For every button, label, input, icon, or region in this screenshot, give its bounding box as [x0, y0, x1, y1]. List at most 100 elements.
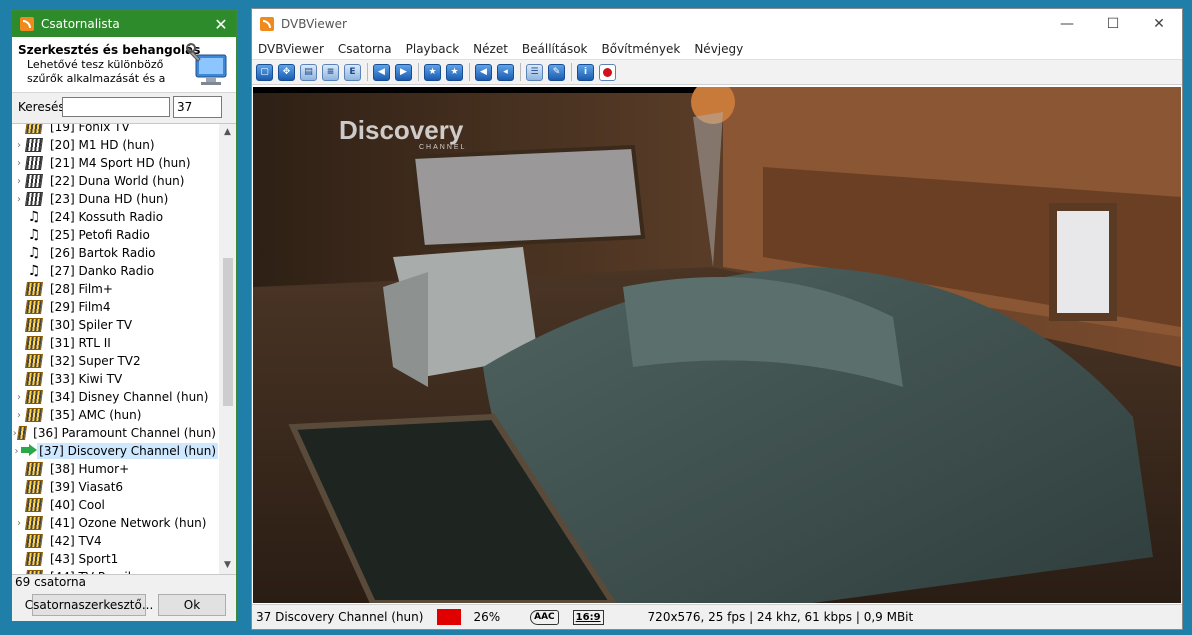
channel-row[interactable]: › [22] Duna World (hun): [12, 172, 218, 190]
fullscreen-icon[interactable]: ▢: [256, 63, 273, 81]
record-icon[interactable]: [599, 63, 616, 81]
teletext-icon[interactable]: ▤: [300, 63, 317, 81]
tv-channel-icon: [25, 390, 43, 404]
scroll-up-icon[interactable]: ▲: [219, 124, 236, 141]
channel-row[interactable]: [33] Kiwi TV: [12, 370, 218, 388]
scroll-thumb[interactable]: [223, 258, 233, 406]
channel-row[interactable]: › [20] M1 HD (hun): [12, 136, 218, 154]
expand-chevron-icon[interactable]: ›: [12, 518, 26, 529]
osd-icon[interactable]: ≡: [322, 63, 339, 81]
channel-name: Kiwi TV: [78, 372, 123, 386]
channel-row[interactable]: ♫ [24] Kossuth Radio: [12, 208, 218, 226]
channel-row[interactable]: [40] Cool: [12, 496, 218, 514]
channel-row[interactable]: › [23] Duna HD (hun): [12, 190, 218, 208]
close-icon[interactable]: ✕: [1136, 16, 1182, 32]
viewer-titlebar: DVBViewer — ☐ ✕: [252, 9, 1182, 39]
status-channel: 37 Discovery Channel (hun): [256, 610, 424, 624]
channel-number: [41]: [50, 516, 75, 530]
channel-up-icon[interactable]: ◀: [373, 63, 390, 81]
epg-icon[interactable]: E: [344, 63, 361, 81]
channel-down-icon[interactable]: ▶: [395, 63, 412, 81]
move-icon[interactable]: ✥: [278, 63, 295, 81]
channel-row[interactable]: ♫ [26] Bartok Radio: [12, 244, 218, 262]
channel-label: [29] Film4: [48, 299, 113, 315]
expand-chevron-icon[interactable]: ›: [12, 140, 26, 151]
maximize-icon[interactable]: ☐: [1090, 16, 1136, 32]
channel-row[interactable]: [30] Spiler TV: [12, 316, 218, 334]
channel-row[interactable]: [28] Film+: [12, 280, 218, 298]
channel-row[interactable]: [44] TV Paprika: [12, 568, 218, 574]
ok-button[interactable]: Ok: [158, 594, 226, 616]
channel-number: [39]: [50, 480, 75, 494]
menu-csatorna[interactable]: Csatorna: [338, 42, 392, 56]
expand-chevron-icon[interactable]: ›: [12, 392, 26, 403]
menu-playback[interactable]: Playback: [406, 42, 460, 56]
channel-row[interactable]: [42] TV4: [12, 532, 218, 550]
tv-channel-icon: [25, 192, 43, 206]
channel-label: [27] Danko Radio: [48, 263, 156, 279]
channel-row[interactable]: [43] Sport1: [12, 550, 218, 568]
back-icon[interactable]: ◀: [475, 63, 492, 81]
channel-row[interactable]: [29] Film4: [12, 298, 218, 316]
channel-row[interactable]: [39] Viasat6: [12, 478, 218, 496]
channel-row[interactable]: › [35] AMC (hun): [12, 406, 218, 424]
menu-bovitmenyek[interactable]: Bővítmények: [602, 42, 681, 56]
search-input[interactable]: [62, 97, 170, 117]
expand-chevron-icon[interactable]: ›: [12, 176, 26, 187]
channel-count: 69 csatorna: [15, 575, 87, 589]
channel-number-input[interactable]: 37: [173, 96, 222, 118]
channel-number: [30]: [50, 318, 75, 332]
video-display[interactable]: Discovery CHANNEL: [253, 87, 1181, 603]
menu-nezet[interactable]: Nézet: [473, 42, 508, 56]
tv-channel-icon: [25, 282, 43, 296]
channel-row[interactable]: › [37] Discovery Channel (hun): [12, 442, 218, 460]
audio-icon[interactable]: ◂: [497, 63, 514, 81]
channel-row[interactable]: [19] Fonix TV: [12, 124, 218, 136]
menu-nevjegy[interactable]: Névjegy: [694, 42, 743, 56]
favorite-next-icon[interactable]: ★: [446, 63, 463, 81]
channel-number: [32]: [50, 354, 75, 368]
channel-editor-button[interactable]: Csatornaszerkesztő...: [25, 594, 153, 616]
channel-row[interactable]: › [34] Disney Channel (hun): [12, 388, 218, 406]
menu-beallitasok[interactable]: Beállítások: [522, 42, 588, 56]
close-icon[interactable]: ✕: [206, 15, 236, 34]
channel-row[interactable]: › [41] Ozone Network (hun): [12, 514, 218, 532]
channel-row[interactable]: [31] RTL II: [12, 334, 218, 352]
channel-number: [26]: [50, 246, 75, 260]
channel-name: Duna HD (hun): [78, 192, 169, 206]
channel-tree[interactable]: [19] Fonix TV › [20] M1 HD (hun) › [21] M4 S…: [12, 123, 236, 575]
channel-row[interactable]: › [21] M4 Sport HD (hun): [12, 154, 218, 172]
toolbar-separator: [520, 63, 521, 81]
expand-chevron-icon[interactable]: ›: [12, 410, 26, 421]
channel-number: [36]: [33, 426, 58, 440]
tip-box: Szerkesztés és behangolás Lehetővé tesz …: [12, 37, 236, 93]
channel-row[interactable]: › [36] Paramount Channel (hun): [12, 424, 218, 442]
minimize-icon[interactable]: —: [1044, 16, 1090, 32]
channel-label: [19] Fonix TV: [48, 124, 132, 135]
channel-name: Cool: [78, 498, 105, 512]
tip-title: Szerkesztés és behangolás: [18, 43, 201, 57]
channel-row[interactable]: [38] Humor+: [12, 460, 218, 478]
scroll-down-icon[interactable]: ▼: [219, 557, 236, 574]
tv-channel-icon: [25, 124, 43, 134]
menu-dvbviewer[interactable]: DVBViewer: [258, 42, 324, 56]
info-icon[interactable]: i: [577, 63, 594, 81]
channel-number: [33]: [50, 372, 75, 386]
channel-row[interactable]: ♫ [27] Danko Radio: [12, 262, 218, 280]
toolbar-separator: [469, 63, 470, 81]
channel-scrollbar[interactable]: ▲ ▼: [219, 124, 236, 574]
expand-chevron-icon[interactable]: ›: [12, 158, 26, 169]
favorite-prev-icon[interactable]: ★: [424, 63, 441, 81]
tv-channel-icon: [25, 174, 43, 188]
channel-label: [37] Discovery Channel (hun): [37, 443, 218, 459]
tv-channel-icon: [25, 408, 43, 422]
expand-chevron-icon[interactable]: ›: [12, 446, 21, 457]
tv-channel-icon: [25, 336, 43, 350]
dvbviewer-window: DVBViewer — ☐ ✕ DVBViewer Csatorna Playb…: [251, 8, 1183, 630]
channel-label: [23] Duna HD (hun): [48, 191, 170, 207]
channel-row[interactable]: ♫ [25] Petofi Radio: [12, 226, 218, 244]
channel-list-icon[interactable]: ☰: [526, 63, 543, 81]
channel-row[interactable]: [32] Super TV2: [12, 352, 218, 370]
settings-wrench-icon[interactable]: ✎: [548, 63, 565, 81]
expand-chevron-icon[interactable]: ›: [12, 194, 26, 205]
